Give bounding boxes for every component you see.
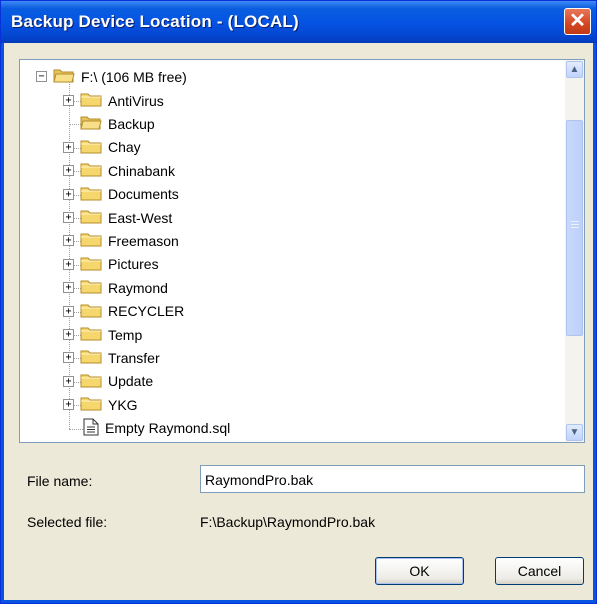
tree-folder-item[interactable]: + YKG <box>63 393 138 416</box>
tree-item-label: Freemason <box>108 232 179 249</box>
folder-icon <box>80 91 102 110</box>
tree-item-label: Empty Raymond.sql <box>105 420 231 437</box>
tree-folder-item[interactable]: + RECYCLER <box>63 300 184 323</box>
vertical-scrollbar[interactable]: ▲ ▼ <box>565 60 584 442</box>
expand-toggle[interactable]: + <box>63 95 74 106</box>
tree-item-label: Update <box>108 373 154 390</box>
expand-toggle[interactable]: + <box>63 305 74 317</box>
tree-folder-item[interactable]: + Raymond <box>63 276 168 299</box>
expand-toggle[interactable]: + <box>63 329 74 340</box>
folder-icon <box>80 278 102 297</box>
tree-folder-item[interactable]: + Temp <box>63 323 142 346</box>
scroll-down-button[interactable]: ▼ <box>566 424 583 441</box>
tree-root-label: F:\ (106 MB free) <box>81 68 187 85</box>
selected-file-label: Selected file: <box>27 514 108 530</box>
cancel-button[interactable]: Cancel <box>495 557 584 585</box>
grip-line <box>571 227 579 228</box>
tree-folder-item[interactable]: + AntiVirus <box>63 89 164 112</box>
expand-toggle[interactable]: + <box>63 282 74 294</box>
tree-folder-item[interactable]: + Transfer <box>63 346 160 369</box>
tree-item-label: AntiVirus <box>108 92 164 109</box>
tree-item-label: RECYCLER <box>108 303 185 320</box>
window-frame-bottom <box>1 600 596 603</box>
title-bar[interactable]: Backup Device Location - (LOCAL) ✕ <box>1 1 596 43</box>
tree-folder-item[interactable]: + Update <box>63 370 153 393</box>
tree-item-label: Temp <box>108 326 143 343</box>
window-frame-left <box>1 43 4 603</box>
window-frame-right <box>593 43 596 603</box>
grip-line <box>571 224 579 225</box>
tree-item-label: Chinabank <box>108 162 175 179</box>
file-name-input[interactable]: RaymondPro.bak <box>200 465 585 493</box>
tree-item-label: East-West <box>108 209 173 226</box>
tree-item-label: Transfer <box>108 349 160 366</box>
dialog-window: Backup Device Location - (LOCAL) ✕ − F:\… <box>0 0 597 604</box>
expand-toggle[interactable]: + <box>63 188 74 200</box>
tree-folder-item[interactable]: + East-West <box>63 206 172 229</box>
expand-toggle[interactable]: + <box>63 399 74 411</box>
grip-line <box>571 221 579 222</box>
folder-icon <box>80 231 102 250</box>
expand-toggle[interactable]: + <box>63 212 74 223</box>
scrollbar-thumb[interactable] <box>566 120 583 336</box>
expand-toggle[interactable]: + <box>63 258 74 270</box>
window-title: Backup Device Location - (LOCAL) <box>11 12 299 31</box>
expand-toggle[interactable]: + <box>63 375 74 387</box>
expand-toggle[interactable]: + <box>63 141 74 153</box>
folder-icon <box>80 372 102 391</box>
tree-item-label: Documents <box>108 186 179 203</box>
expand-toggle[interactable]: + <box>63 352 74 364</box>
tree-folder-item[interactable]: + Chay <box>63 136 141 159</box>
tree-item-label: YKG <box>108 396 138 413</box>
ok-button[interactable]: OK <box>375 557 464 585</box>
folder-icon <box>80 348 102 367</box>
tree-folder-item[interactable]: + Documents <box>63 183 179 206</box>
chevron-up-icon: ▲ <box>569 64 580 75</box>
tree-folder-item[interactable]: + Freemason <box>63 229 179 252</box>
folder-icon <box>80 255 102 274</box>
expand-toggle[interactable]: + <box>63 235 74 247</box>
close-icon: ✕ <box>569 10 586 32</box>
file-name-label: File name: <box>27 473 93 489</box>
tree-folder-item[interactable]: + Pictures <box>63 253 159 276</box>
tree-item-label: Pictures <box>108 256 159 273</box>
folder-icon <box>80 185 102 204</box>
folder-tree-view[interactable]: − F:\ (106 MB free) + AntiVirus Backup + Cha… <box>19 59 585 443</box>
chevron-down-icon: ▼ <box>569 427 580 438</box>
folder-icon <box>80 161 102 180</box>
tree-folder-item[interactable]: Backup <box>63 112 155 135</box>
folder-icon <box>80 302 102 321</box>
folder-icon <box>80 208 102 227</box>
folder-icon <box>80 395 102 414</box>
tree-item-label: Chay <box>108 139 141 156</box>
document-icon <box>83 418 99 439</box>
folder-open-icon <box>53 67 75 86</box>
folder-icon <box>80 138 102 157</box>
expand-toggle[interactable]: + <box>63 165 74 177</box>
tree-item-label: Raymond <box>108 279 168 296</box>
collapse-toggle[interactable]: − <box>36 71 47 82</box>
close-button[interactable]: ✕ <box>564 8 591 35</box>
tree-folder-item[interactable]: + Chinabank <box>63 159 175 182</box>
tree-file-item[interactable]: Empty Raymond.sql <box>63 417 230 440</box>
selected-file-value: F:\Backup\RaymondPro.bak <box>200 514 376 530</box>
folder-icon <box>80 325 102 344</box>
scroll-up-button[interactable]: ▲ <box>566 61 583 78</box>
folder-open-icon <box>80 114 102 133</box>
tree-item-label: Backup <box>108 115 155 132</box>
tree-root-drive[interactable]: − F:\ (106 MB free) <box>36 65 187 88</box>
